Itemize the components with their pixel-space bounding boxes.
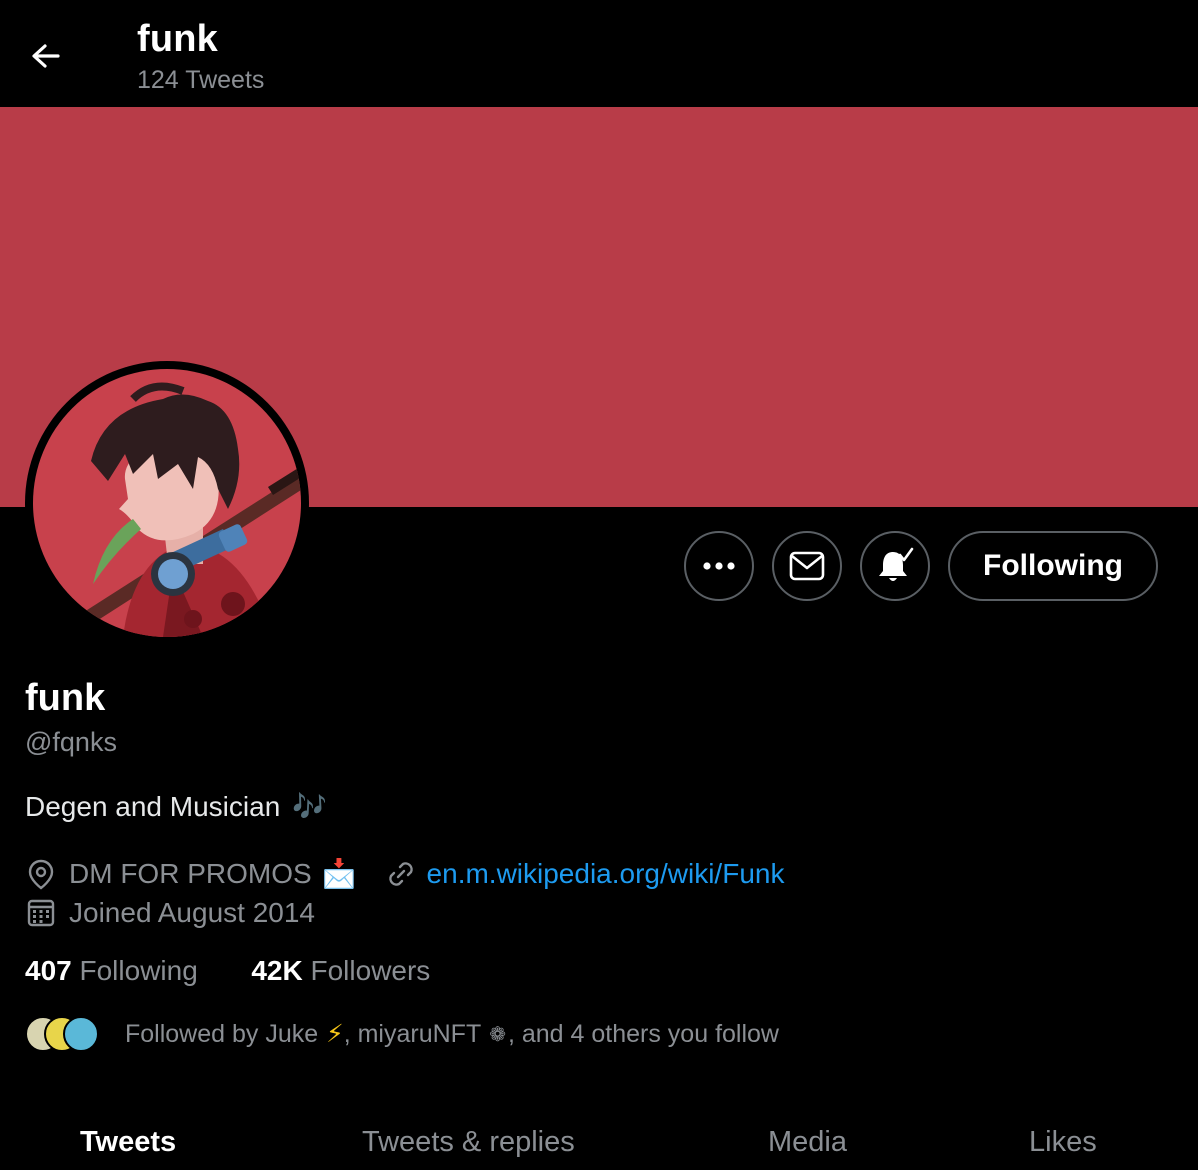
joined-row: Joined August 2014 bbox=[25, 897, 315, 929]
following-count: 407 bbox=[25, 955, 72, 986]
tab-tweets[interactable]: Tweets bbox=[80, 1126, 176, 1159]
following-label: Following bbox=[79, 955, 198, 986]
joined-date: Joined August 2014 bbox=[69, 897, 315, 928]
avatar[interactable] bbox=[33, 369, 301, 637]
bell-check-icon bbox=[879, 547, 914, 581]
tab-likes[interactable]: Likes bbox=[1029, 1126, 1097, 1159]
tab-media[interactable]: Media bbox=[768, 1126, 847, 1159]
header-title: funk bbox=[137, 18, 219, 60]
website-link[interactable]: en.m.wikipedia.org/wiki/Funk bbox=[427, 858, 785, 890]
avatar-illustration bbox=[33, 369, 301, 637]
followed-by-middle: , miyaruNFT bbox=[343, 1019, 482, 1048]
mail-icon bbox=[789, 551, 825, 581]
location-text: DM FOR PROMOS bbox=[69, 857, 312, 889]
profile-meta-row: DM FOR PROMOS 📩 en.m.wikipedia.org/wiki/… bbox=[25, 857, 784, 890]
music-notes-emoji: 🎶 bbox=[292, 791, 328, 822]
envelope-emoji: 📩 bbox=[321, 858, 357, 889]
message-button[interactable] bbox=[772, 531, 842, 601]
flower-emoji: ❁ bbox=[489, 1023, 506, 1046]
follower-avatar bbox=[63, 1016, 99, 1052]
top-bar: funk 124 Tweets bbox=[0, 0, 1198, 107]
location-pin-icon bbox=[28, 859, 54, 889]
profile-name: funk bbox=[25, 677, 106, 719]
profile-tabs: Tweets Tweets & replies Media Likes bbox=[0, 1110, 1198, 1170]
profile-handle: @fqnks bbox=[25, 727, 117, 757]
bio-text: Degen and Musician bbox=[25, 790, 281, 822]
followers-label: Followers bbox=[310, 955, 431, 986]
more-button[interactable] bbox=[684, 531, 754, 601]
tab-tweets-replies[interactable]: Tweets & replies bbox=[362, 1126, 575, 1159]
lightning-emoji: ⚡ bbox=[326, 1020, 344, 1048]
following-stat[interactable]: 407 Following bbox=[25, 955, 198, 986]
back-arrow-icon[interactable] bbox=[26, 36, 66, 76]
link-icon bbox=[388, 861, 413, 886]
calendar-icon bbox=[27, 899, 55, 927]
followers-stat[interactable]: 42K Followers bbox=[251, 955, 430, 986]
follow-stats: 407 Following 42K Followers bbox=[25, 955, 430, 987]
more-icon bbox=[703, 562, 735, 570]
header-tweet-count: 124 Tweets bbox=[137, 66, 265, 94]
followed-by[interactable]: Followed by Juke ⚡ , miyaruNFT ❁ , and 4… bbox=[25, 1016, 779, 1052]
profile-bio: Degen and Musician 🎶 bbox=[25, 790, 327, 823]
followed-by-suffix: , and 4 others you follow bbox=[507, 1019, 779, 1048]
followed-by-prefix: Followed by Juke bbox=[125, 1019, 319, 1048]
avatar-frame bbox=[25, 361, 309, 645]
following-button[interactable]: Following bbox=[948, 531, 1158, 601]
follower-avatars bbox=[25, 1016, 99, 1052]
followers-count: 42K bbox=[251, 955, 303, 986]
notifications-button[interactable] bbox=[860, 531, 930, 601]
